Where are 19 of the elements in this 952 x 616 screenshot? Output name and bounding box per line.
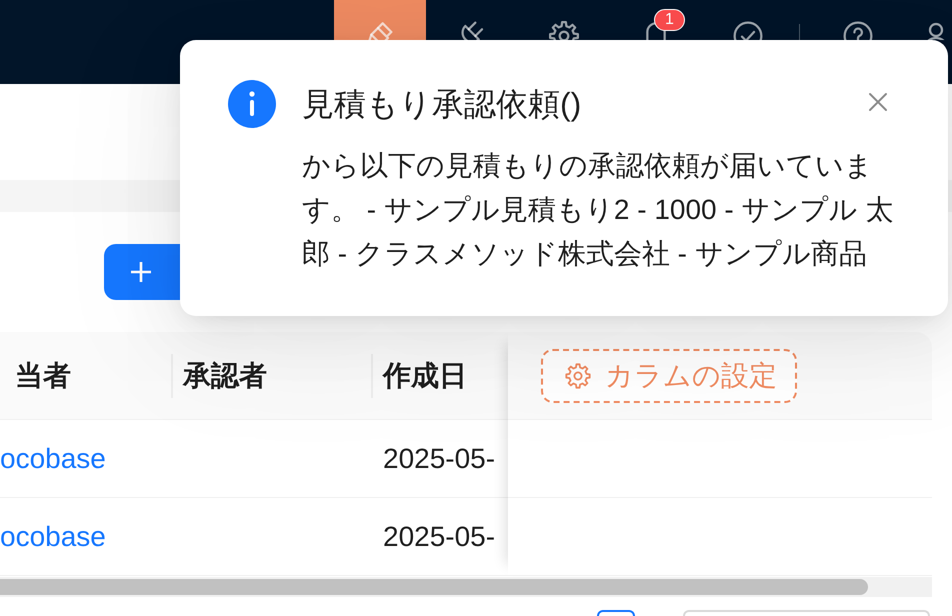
column-header: 承認者 xyxy=(173,332,373,420)
column-header: 作成日 xyxy=(373,332,508,420)
user-link[interactable]: ocobase xyxy=(0,442,106,474)
info-icon xyxy=(228,80,276,128)
settings-icon xyxy=(548,20,580,40)
user-link[interactable]: ocobase xyxy=(0,520,106,552)
horizontal-scrollbar[interactable] xyxy=(0,577,932,597)
page-number-item[interactable] xyxy=(597,610,635,616)
plus-icon xyxy=(130,261,152,283)
column-header: 当者 xyxy=(0,332,173,420)
add-button[interactable] xyxy=(104,244,180,300)
notification-message: から以下の見積もりの承認依頼が届いています。 - サンプル見積もり2 - 1000 - サンプル 太郎 - クラスメソッド株式会社 - サンプル商品 xyxy=(302,149,894,271)
notification-badge: 1 xyxy=(654,9,685,31)
help-icon xyxy=(842,20,874,40)
scrollbar-thumb[interactable] xyxy=(0,579,868,595)
settings-icon xyxy=(565,362,591,388)
close-icon xyxy=(866,90,890,114)
column-settings-button[interactable]: カラムの設定 xyxy=(541,348,797,402)
notification-title: 見積もり承認依頼() xyxy=(302,85,582,124)
